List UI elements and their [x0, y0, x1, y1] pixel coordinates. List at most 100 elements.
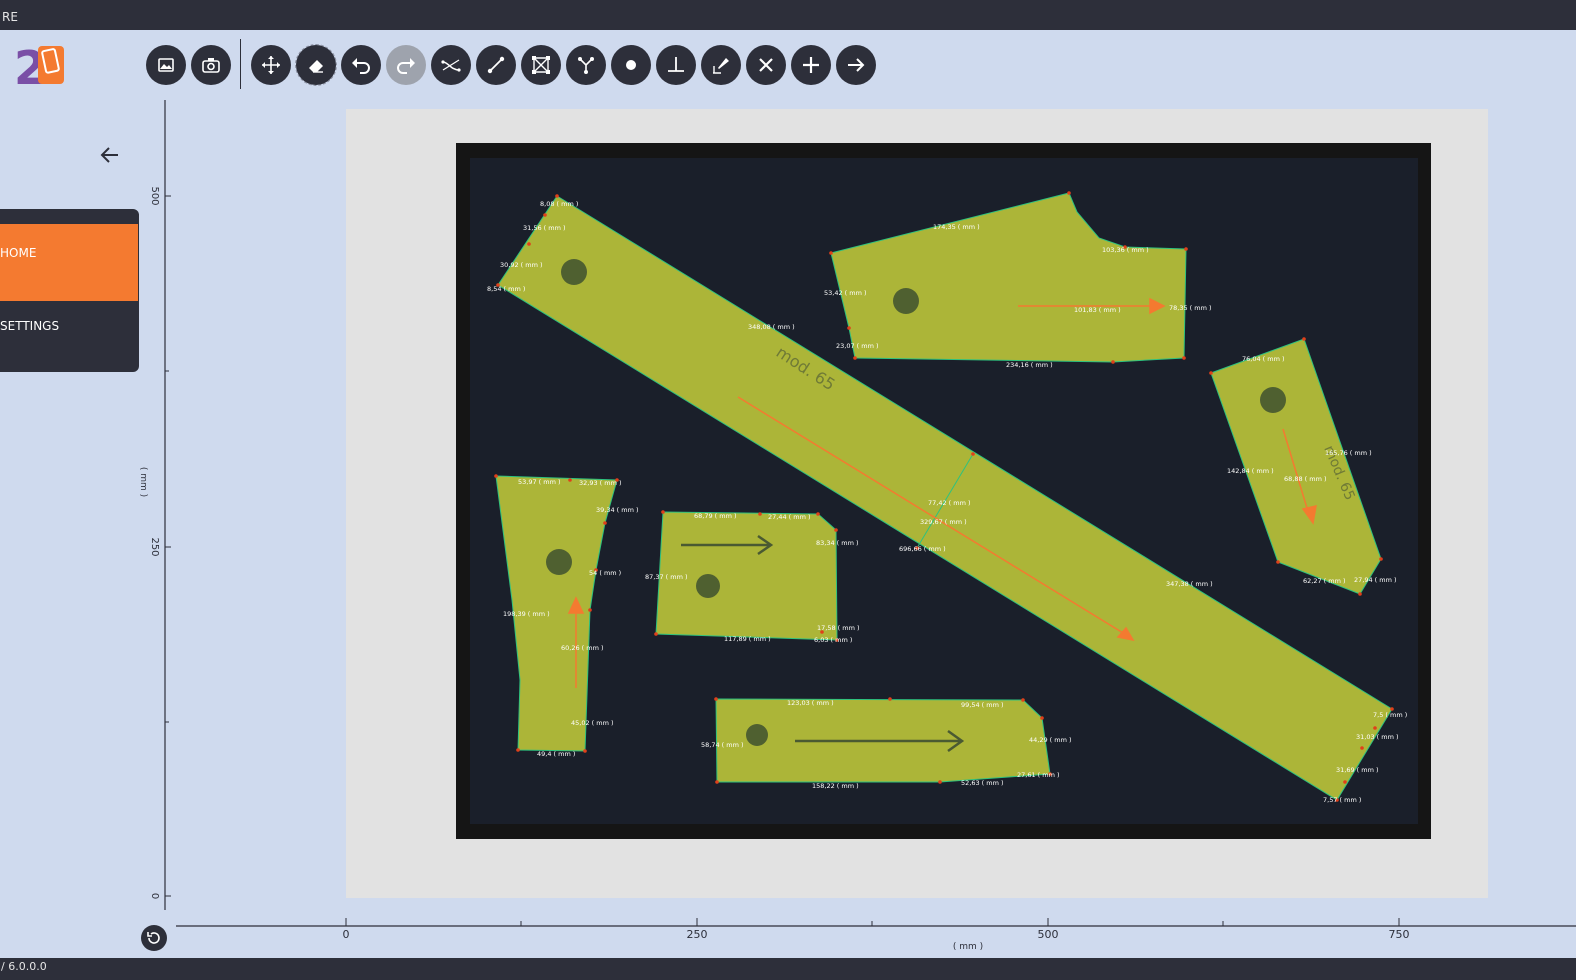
measurement-label: 7,5 ( mm ) [1373, 711, 1407, 719]
measurement-label: 53,42 ( mm ) [824, 289, 867, 297]
vertex-point[interactable] [1358, 592, 1362, 596]
status-bar: / 6.0.0.0 [0, 958, 1576, 980]
vertex-point[interactable] [847, 326, 851, 330]
hole-mark [893, 288, 919, 314]
vertex-point[interactable] [816, 512, 820, 516]
measurement-label: 123,03 ( mm ) [787, 699, 834, 707]
vertex-point[interactable] [1343, 780, 1347, 784]
measurement-label: 52,63 ( mm ) [961, 779, 1004, 787]
measurement-label: 32,93 ( mm ) [579, 479, 622, 487]
vertex-point[interactable] [1276, 560, 1280, 564]
measurement-label: 76,04 ( mm ) [1242, 355, 1285, 363]
reset-icon [147, 932, 160, 944]
hole-mark [696, 574, 720, 598]
x-tick-label: 0 [343, 928, 350, 941]
measurement-label: 103,36 ( mm ) [1102, 246, 1149, 254]
measurement-label: 31,56 ( mm ) [523, 224, 566, 232]
version-text: / 6.0.0.0 [1, 960, 47, 973]
hole-mark [561, 259, 587, 285]
vertex-point[interactable] [1111, 360, 1115, 364]
y-tick-label: 500 [149, 186, 160, 205]
vertex-point[interactable] [715, 780, 719, 784]
vertex-point[interactable] [1209, 371, 1213, 375]
measurement-label: 68,88 ( mm ) [1284, 475, 1327, 483]
measurement-label: 198,39 ( mm ) [503, 610, 550, 618]
vertex-point[interactable] [516, 748, 520, 752]
measurement-label: 8,54 ( mm ) [487, 285, 525, 293]
vertex-point[interactable] [834, 528, 838, 532]
measurement-label: 39,34 ( mm ) [596, 506, 639, 514]
vertex-point[interactable] [971, 452, 975, 456]
vertex-point[interactable] [1021, 698, 1025, 702]
measurement-label: 23,07 ( mm ) [836, 342, 879, 350]
measurement-label: 101,83 ( mm ) [1074, 306, 1121, 314]
vertex-point[interactable] [588, 608, 592, 612]
vertex-point[interactable] [888, 697, 892, 701]
measurement-label: 27,94 ( mm ) [1354, 576, 1397, 584]
vertex-point[interactable] [1379, 557, 1383, 561]
measurement-label: 87,37 ( mm ) [645, 573, 688, 581]
measurement-label: 27,44 ( mm ) [768, 513, 811, 521]
measurement-label: 31,03 ( mm ) [1356, 733, 1399, 741]
measurement-label: 27,61 ( mm ) [1017, 771, 1060, 779]
vertex-point[interactable] [603, 521, 607, 525]
vertex-point[interactable] [527, 242, 531, 246]
measurement-label: 234,16 ( mm ) [1006, 361, 1053, 369]
measurement-label: 44,29 ( mm ) [1029, 736, 1072, 744]
measurement-label: 8,08 ( mm ) [540, 200, 578, 208]
measurement-label: 45,02 ( mm ) [571, 719, 614, 727]
vertex-point[interactable] [1067, 191, 1071, 195]
measurement-label: 165,76 ( mm ) [1325, 449, 1372, 457]
measurement-label: 347,38 ( mm ) [1166, 580, 1213, 588]
x-axis-label: ( mm ) [953, 942, 983, 952]
hole-mark [1260, 387, 1286, 413]
measurement-label: 62,27 ( mm ) [1303, 577, 1346, 585]
vertex-point[interactable] [829, 251, 833, 255]
vertex-point[interactable] [568, 478, 572, 482]
hole-mark [746, 724, 768, 746]
vertex-point[interactable] [853, 356, 857, 360]
vertex-point[interactable] [583, 749, 587, 753]
hole-mark [546, 549, 572, 575]
x-tick-label: 500 [1038, 928, 1059, 941]
vertex-point[interactable] [555, 194, 559, 198]
measurement-label: 329,67 ( mm ) [920, 518, 967, 526]
measurement-label: 31,69 ( mm ) [1336, 766, 1379, 774]
y-axis-label: ( mm ) [138, 467, 148, 497]
x-tick-label: 250 [687, 928, 708, 941]
measurement-label: 53,97 ( mm ) [518, 478, 561, 486]
measurement-label: 158,22 ( mm ) [812, 782, 859, 790]
vertex-point[interactable] [1182, 356, 1186, 360]
measurement-label: 348,08 ( mm ) [748, 323, 795, 331]
measurement-label: 78,35 ( mm ) [1169, 304, 1212, 312]
measurement-label: 83,34 ( mm ) [816, 539, 859, 547]
measurement-label: 58,74 ( mm ) [701, 741, 744, 749]
reset-view-button[interactable] [141, 925, 167, 951]
vertex-point[interactable] [1184, 247, 1188, 251]
measurement-label: 142,84 ( mm ) [1227, 467, 1274, 475]
measurement-label: 696,66 ( mm ) [899, 545, 946, 553]
measurement-label: 49,4 ( mm ) [537, 750, 575, 758]
vertex-point[interactable] [661, 510, 665, 514]
vertex-point[interactable] [1040, 716, 1044, 720]
vertex-point[interactable] [938, 780, 942, 784]
measurement-label: 30,92 ( mm ) [500, 261, 543, 269]
measurement-label: 7,57 ( mm ) [1323, 796, 1361, 804]
vertex-point[interactable] [1360, 746, 1364, 750]
measurement-label: 174,35 ( mm ) [933, 223, 980, 231]
vertex-point[interactable] [714, 697, 718, 701]
vertex-point[interactable] [494, 474, 498, 478]
measurement-label: 117,89 ( mm ) [724, 635, 771, 643]
vertex-point[interactable] [758, 512, 762, 516]
vertex-point[interactable] [1302, 337, 1306, 341]
vertex-point[interactable] [1373, 726, 1377, 730]
y-tick-label: 250 [149, 537, 160, 556]
measurement-label: 6,03 ( mm ) [814, 636, 852, 644]
measurement-label: 17,58 ( mm ) [817, 624, 860, 632]
vertex-point[interactable] [654, 632, 658, 636]
measurement-label: 68,79 ( mm ) [694, 512, 737, 520]
measurement-canvas[interactable]: 5002500 0 250 500 750 ( mm ) ( mm ) mod. 65… [0, 0, 1576, 958]
vertex-point[interactable] [543, 213, 547, 217]
measurement-label: 77,42 ( mm ) [928, 499, 971, 507]
measurement-label: 54 ( mm ) [589, 569, 621, 577]
